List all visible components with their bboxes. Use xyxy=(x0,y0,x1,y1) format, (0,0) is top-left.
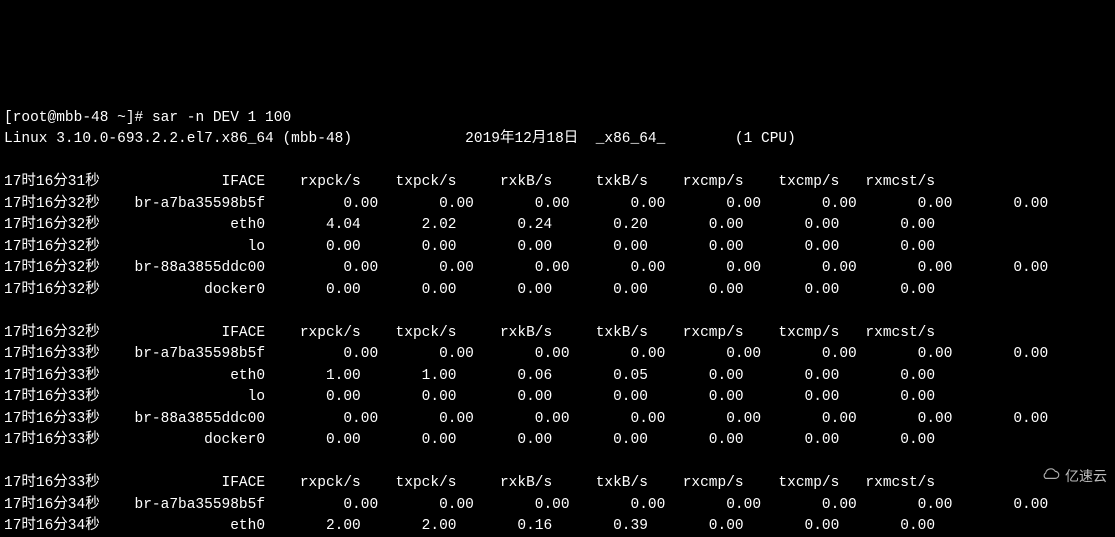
system-line: Linux 3.10.0-693.2.2.el7.x86_64 (mbb-48)… xyxy=(4,131,796,147)
cloud-icon xyxy=(1023,445,1061,510)
watermark: 亿速云 xyxy=(1023,445,1107,510)
watermark-text: 亿速云 xyxy=(1065,466,1107,488)
sar-output: 17时16分31秒 IFACE rxpck/s txpck/s rxkB/s t… xyxy=(4,174,1048,537)
command-text: sar -n DEV 1 100 xyxy=(152,110,291,126)
terminal-output[interactable]: [root@mbb-48 ~]# sar -n DEV 1 100 Linux … xyxy=(0,108,1115,537)
shell-prompt: [root@mbb-48 ~]# xyxy=(4,110,152,126)
